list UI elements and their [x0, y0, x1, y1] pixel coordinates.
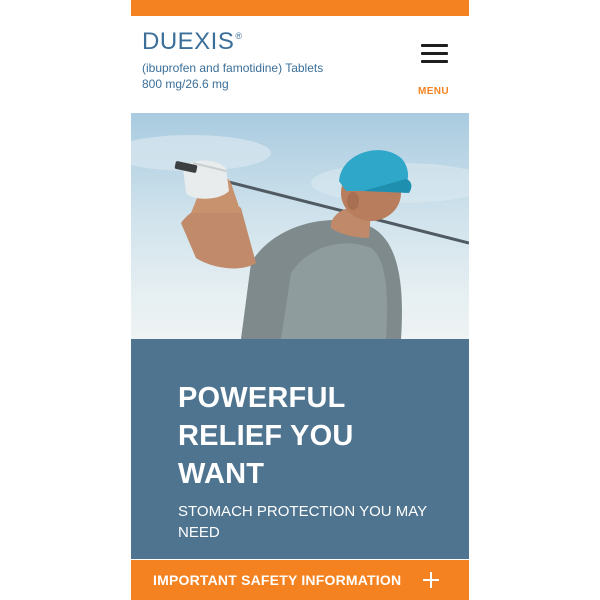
- headline-line3: WANT: [178, 458, 265, 490]
- brand-subtitle-line2: 800 mg/26.6 mg: [142, 77, 229, 91]
- mobile-page: DUEXIS® (ibuprofen and famotidine) Table…: [131, 0, 469, 600]
- important-safety-information-bar[interactable]: IMPORTANT SAFETY INFORMATION: [131, 560, 469, 600]
- hero-image: [131, 113, 469, 339]
- isi-label: IMPORTANT SAFETY INFORMATION: [153, 572, 402, 588]
- brand-name: DUEXIS: [142, 28, 235, 55]
- brand-subtitle: (ibuprofen and famotidine) Tablets 800 m…: [142, 60, 323, 92]
- brand-logo[interactable]: DUEXIS®: [142, 30, 243, 54]
- brand-subtitle-line1: (ibuprofen and famotidine) Tablets: [142, 61, 324, 75]
- registered-mark: ®: [235, 31, 243, 41]
- menu-label: MENU: [418, 86, 450, 97]
- hero-text-panel: POWERFUL RELIEF YOU WANT STOMACH PROTECT…: [131, 339, 469, 559]
- top-accent-bar: [131, 0, 469, 16]
- plus-icon[interactable]: [423, 572, 439, 588]
- hamburger-icon: [421, 44, 448, 64]
- headline-line1: POWERFUL: [178, 382, 346, 414]
- headline-line2: RELIEF YOU: [178, 420, 354, 452]
- site-header: DUEXIS® (ibuprofen and famotidine) Table…: [131, 16, 469, 113]
- menu-button[interactable]: MENU: [418, 42, 450, 100]
- subheadline: STOMACH PROTECTION YOU MAY NEED: [178, 503, 427, 541]
- page-headline: POWERFUL RELIEF YOU WANT: [178, 379, 458, 493]
